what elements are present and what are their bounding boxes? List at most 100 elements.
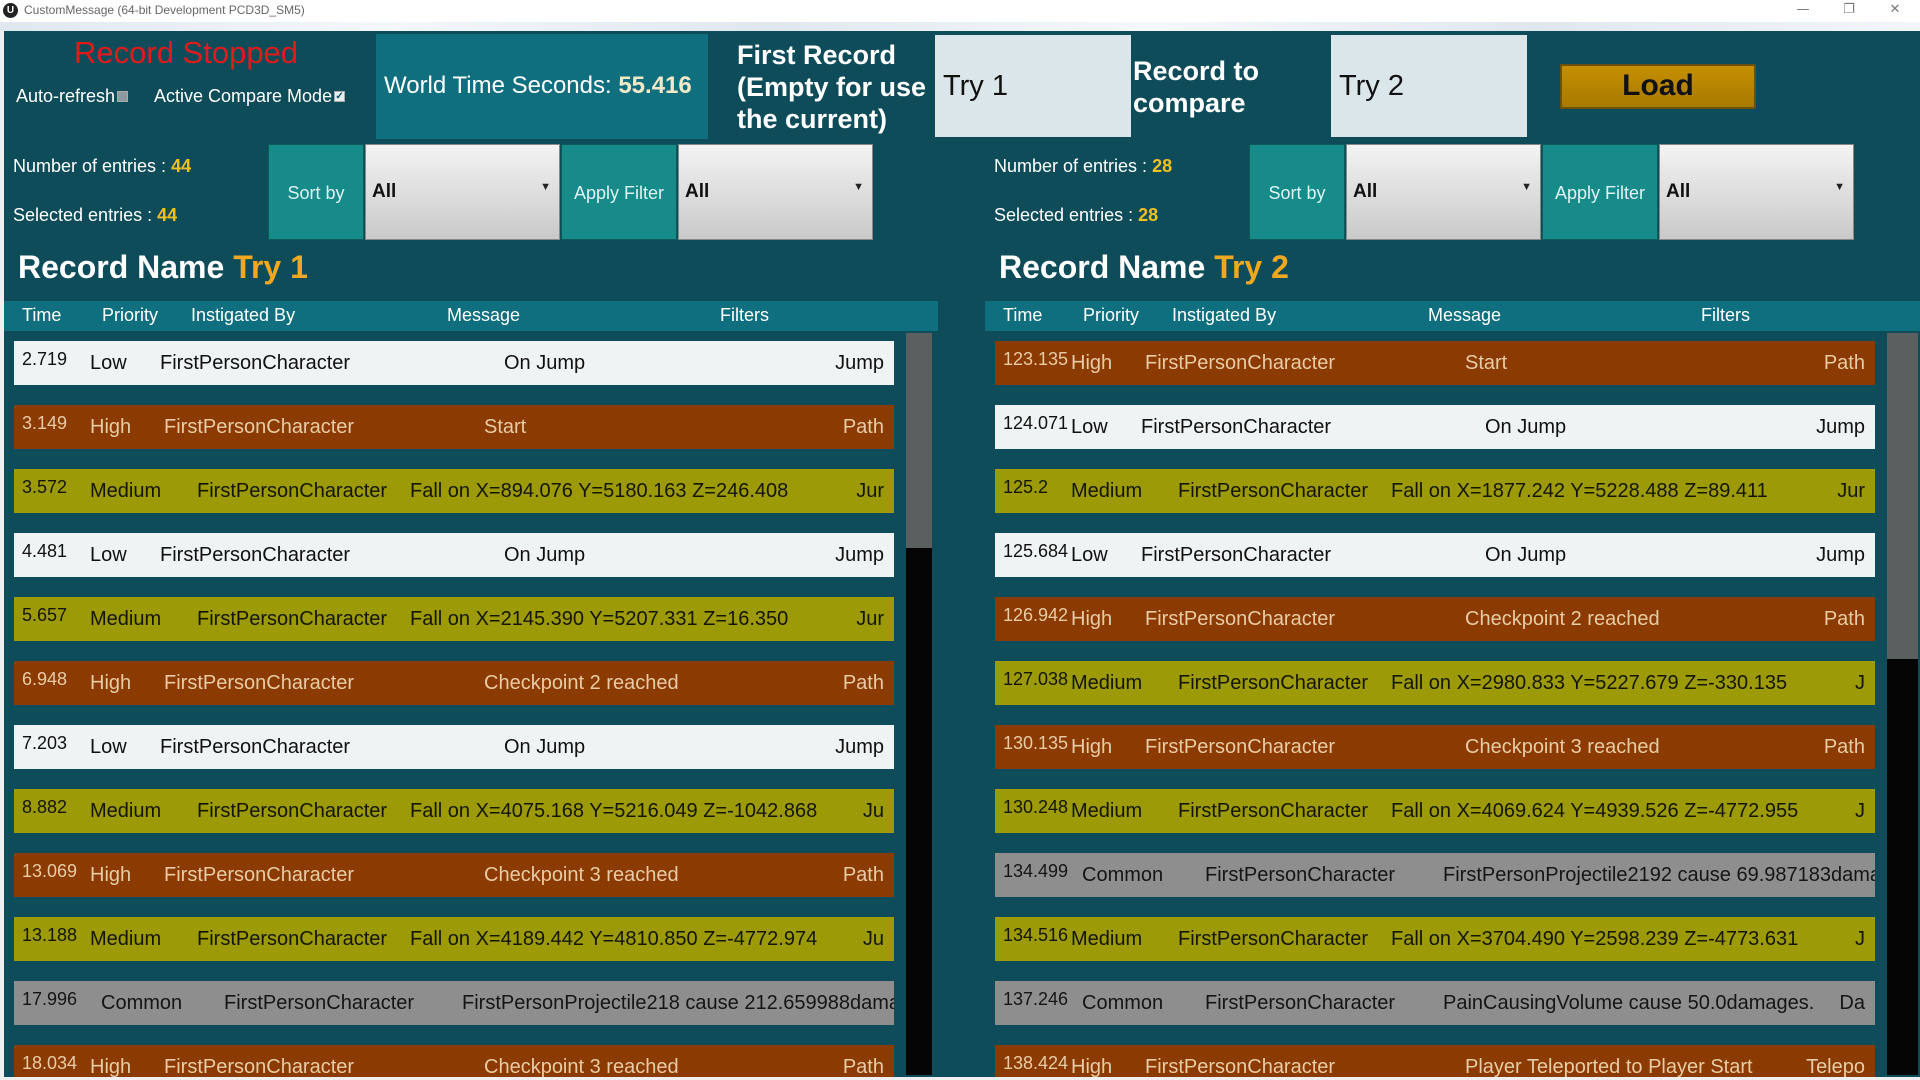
row-message: Fall on X=2980.833 Y=5227.679 Z=-330.135 <box>1391 672 1788 694</box>
row-message: Checkpoint 2 reached <box>1465 608 1660 630</box>
column-instigated-by[interactable]: Instigated By <box>191 305 295 326</box>
row-time: 125.684 <box>1003 541 1069 561</box>
message-row[interactable]: 13.069 High FirstPersonCharacter Checkpoint… <box>14 853 894 897</box>
row-instigated-by: FirstPersonCharacter <box>1178 480 1369 502</box>
auto-refresh-option[interactable]: Auto-refresh <box>16 86 129 107</box>
load-button[interactable]: Load <box>1560 64 1756 109</box>
first-record-label-line: (Empty for use <box>737 72 927 102</box>
close-button[interactable]: ✕ <box>1872 0 1918 22</box>
message-row[interactable]: 2.719 Low FirstPersonCharacter On Jump Jump <box>14 341 894 385</box>
sort-by-button[interactable]: Sort by <box>268 144 364 240</box>
entries-value: 28 <box>1152 156 1173 176</box>
row-message: FirstPersonProjectile2192 cause 69.98718… <box>1443 864 1875 886</box>
auto-refresh-label: Auto-refresh <box>16 86 116 106</box>
sort-dropdown[interactable]: All ▼ <box>1346 144 1541 240</box>
row-priority: Common <box>1082 992 1164 1014</box>
row-message: Checkpoint 3 reached <box>484 1056 679 1077</box>
row-filter: Jur <box>1837 480 1865 502</box>
active-compare-option[interactable]: Active Compare Mode ✓ <box>154 86 346 107</box>
message-row[interactable]: 8.882 Medium FirstPersonCharacter Fall on X… <box>14 789 894 833</box>
row-priority: High <box>90 1056 132 1077</box>
column-filters[interactable]: Filters <box>1701 305 1750 326</box>
row-filter: Telepo <box>1806 1056 1865 1077</box>
row-time: 130.248 <box>1003 797 1069 817</box>
message-row[interactable]: 138.424 High FirstPersonCharacter Player Te… <box>995 1045 1875 1077</box>
row-message: FirstPersonProjectile218 cause 212.65998… <box>462 992 894 1014</box>
column-priority[interactable]: Priority <box>102 305 158 326</box>
row-message: PainCausingVolume cause 50.0damages. <box>1443 992 1815 1014</box>
chevron-down-icon: ▼ <box>1834 181 1845 193</box>
first-record-input[interactable] <box>935 35 1131 137</box>
column-filters[interactable]: Filters <box>720 305 769 326</box>
message-row[interactable]: 6.948 High FirstPersonCharacter Checkpoint … <box>14 661 894 705</box>
row-priority: Common <box>101 992 183 1014</box>
row-priority: Low <box>1071 416 1108 438</box>
row-time: 134.516 <box>1003 925 1069 945</box>
message-row[interactable]: 13.188 Medium FirstPersonCharacter Fall on … <box>14 917 894 961</box>
row-priority: Common <box>1082 864 1164 886</box>
row-time: 13.188 <box>22 925 78 945</box>
message-row[interactable]: 137.246 Common FirstPersonCharacter PainCau… <box>995 981 1875 1025</box>
apply-filter-button[interactable]: Apply Filter <box>1542 144 1658 240</box>
column-message[interactable]: Message <box>1428 305 1501 326</box>
row-instigated-by: FirstPersonCharacter <box>164 672 355 694</box>
message-row[interactable]: 125.2 Medium FirstPersonCharacter Fall on X… <box>995 469 1875 513</box>
minimize-button[interactable]: — <box>1780 0 1826 22</box>
message-row[interactable]: 18.034 High FirstPersonCharacter Checkpoint… <box>14 1045 894 1077</box>
row-time: 125.2 <box>1003 477 1049 497</box>
scrollbar-thumb[interactable] <box>906 333 932 548</box>
message-row[interactable]: 130.248 Medium FirstPersonCharacter Fall on… <box>995 789 1875 833</box>
message-row[interactable]: 126.942 High FirstPersonCharacter Checkpoin… <box>995 597 1875 641</box>
row-instigated-by: FirstPersonCharacter <box>1145 608 1336 630</box>
row-time: 134.499 <box>1003 861 1069 881</box>
sort-dropdown[interactable]: All ▼ <box>365 144 560 240</box>
column-time[interactable]: Time <box>22 305 61 326</box>
message-row[interactable]: 17.996 Common FirstPersonCharacter FirstPer… <box>14 981 894 1025</box>
column-message[interactable]: Message <box>447 305 520 326</box>
message-row[interactable]: 3.149 High FirstPersonCharacter Start Path <box>14 405 894 449</box>
message-row[interactable]: 5.657 Medium FirstPersonCharacter Fall on X… <box>14 597 894 641</box>
column-instigated-by[interactable]: Instigated By <box>1172 305 1276 326</box>
message-row[interactable]: 124.071 Low FirstPersonCharacter On Jump Jum… <box>995 405 1875 449</box>
message-row[interactable]: 134.516 Medium FirstPersonCharacter Fall on… <box>995 917 1875 961</box>
sort-dropdown-value: All <box>1353 181 1378 202</box>
column-priority[interactable]: Priority <box>1083 305 1139 326</box>
row-instigated-by: FirstPersonCharacter <box>1178 672 1369 694</box>
selected-value: 44 <box>157 205 178 225</box>
apply-filter-button[interactable]: Apply Filter <box>561 144 677 240</box>
row-filter: Ju <box>862 800 884 822</box>
message-row[interactable]: 125.684 Low FirstPersonCharacter On Jump Jum… <box>995 533 1875 577</box>
compare-record-input[interactable] <box>1331 35 1527 137</box>
row-message: Fall on X=2145.390 Y=5207.331 Z=16.350 <box>410 608 789 630</box>
row-message: Checkpoint 3 reached <box>484 864 679 886</box>
row-filter: Jur <box>856 608 884 630</box>
filter-dropdown[interactable]: All ▼ <box>1659 144 1854 240</box>
sort-by-button[interactable]: Sort by <box>1249 144 1345 240</box>
row-message: Fall on X=4189.442 Y=4810.850 Z=-4772.97… <box>410 928 818 950</box>
message-row[interactable]: 127.038 Medium FirstPersonCharacter Fall on… <box>995 661 1875 705</box>
message-row[interactable]: 123.135 High FirstPersonCharacter Start Path <box>995 341 1875 385</box>
scrollbar[interactable] <box>904 331 934 1077</box>
active-compare-checkbox[interactable]: ✓ <box>334 90 346 102</box>
message-row[interactable]: 7.203 Low FirstPersonCharacter On Jump Jump <box>14 725 894 769</box>
auto-refresh-checkbox[interactable] <box>117 90 129 102</box>
record-name-label: Record Name <box>999 249 1206 285</box>
filter-dropdown[interactable]: All ▼ <box>678 144 873 240</box>
message-row[interactable]: 130.135 High FirstPersonCharacter Checkpoin… <box>995 725 1875 769</box>
column-time[interactable]: Time <box>1003 305 1042 326</box>
row-filter: Path <box>1823 608 1865 630</box>
scrollbar[interactable] <box>1885 331 1920 1077</box>
row-filter: Jump <box>835 544 884 566</box>
selected-value: 28 <box>1138 205 1159 225</box>
message-row[interactable]: 3.572 Medium FirstPersonCharacter Fall on X… <box>14 469 894 513</box>
filter-dropdown-value: All <box>1666 181 1691 202</box>
active-compare-label: Active Compare Mode <box>154 86 333 106</box>
row-priority: High <box>90 416 132 438</box>
world-time-value: 55.416 <box>618 72 692 99</box>
message-row[interactable]: 4.481 Low FirstPersonCharacter On Jump Jump <box>14 533 894 577</box>
scrollbar-thumb[interactable] <box>1887 333 1918 659</box>
row-priority: Medium <box>1071 800 1143 822</box>
row-priority: Medium <box>90 608 162 630</box>
message-row[interactable]: 134.499 Common FirstPersonCharacter FirstPe… <box>995 853 1875 897</box>
restore-button[interactable]: ❐ <box>1826 0 1872 22</box>
